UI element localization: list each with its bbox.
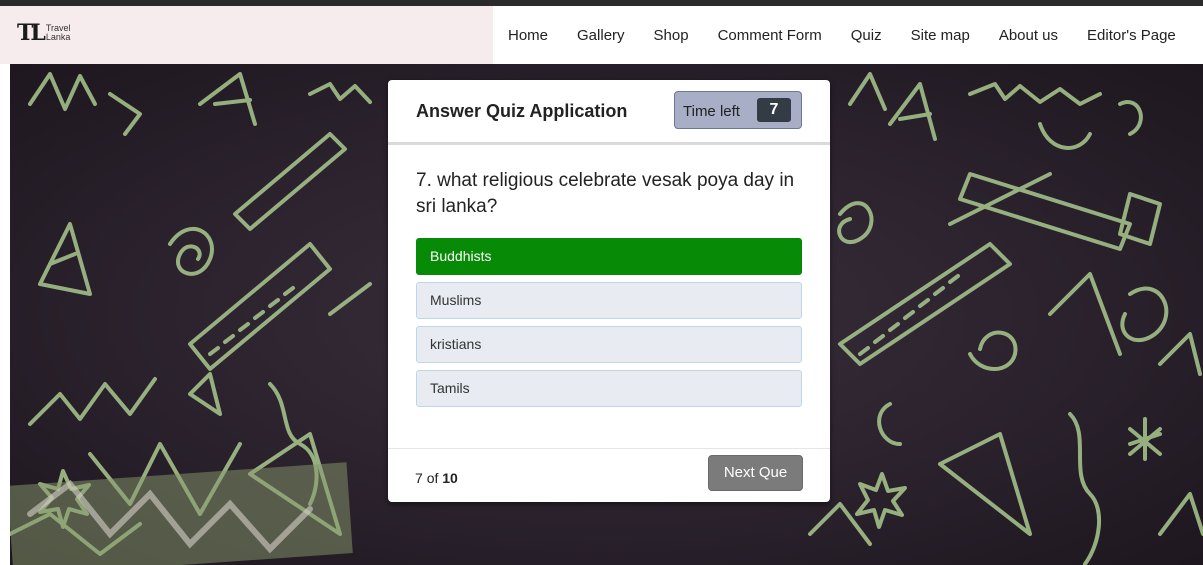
progress-current: 7	[415, 470, 423, 486]
nav-shop[interactable]: Shop	[654, 27, 689, 44]
logo-mark: TL	[17, 20, 46, 46]
question-body: what religious celebrate vesak poya day …	[416, 170, 795, 217]
nav-comment-form[interactable]: Comment Form	[718, 27, 822, 44]
nav-home[interactable]: Home	[508, 27, 548, 44]
next-question-button[interactable]: Next Que	[708, 455, 803, 491]
nav-site-map[interactable]: Site map	[911, 27, 970, 44]
timer-count: 7	[757, 98, 791, 122]
progress-total: 10	[442, 470, 458, 486]
nav-about-us[interactable]: About us	[999, 27, 1058, 44]
option-tamils[interactable]: Tamils	[416, 370, 802, 407]
navbar: TL Travel Lanka Home Gallery Shop Commen…	[0, 6, 1203, 64]
quiz-card: Answer Quiz Application Time left 7 7. w…	[388, 80, 830, 502]
answer-options: Buddhists Muslims kristians Tamils	[416, 238, 802, 414]
nav-links: Home Gallery Shop Comment Form Quiz Site…	[493, 6, 1190, 64]
question-number: 7.	[416, 170, 432, 191]
logo-text: Travel Lanka	[46, 24, 71, 42]
quiz-title: Answer Quiz Application	[416, 101, 628, 121]
option-kristians[interactable]: kristians	[416, 326, 802, 363]
quiz-header: Answer Quiz Application Time left 7	[388, 80, 830, 145]
progress-of: of	[426, 470, 439, 486]
timer-box: Time left 7	[674, 91, 802, 129]
logo-line-2: Lanka	[45, 32, 71, 42]
question-text: 7. what religious celebrate vesak poya d…	[416, 168, 806, 220]
timer-label: Time left	[683, 103, 740, 120]
nav-editors-page[interactable]: Editor's Page	[1087, 27, 1176, 44]
logo-zone: TL Travel Lanka	[0, 6, 493, 64]
option-buddhists[interactable]: Buddhists	[416, 238, 802, 275]
quiz-footer: 7 of 10 Next Que	[388, 448, 830, 503]
option-muslims[interactable]: Muslims	[416, 282, 802, 319]
left-edge	[0, 64, 10, 565]
nav-quiz[interactable]: Quiz	[851, 27, 882, 44]
question-progress: 7 of 10	[415, 470, 458, 486]
nav-gallery[interactable]: Gallery	[577, 27, 625, 44]
site-logo[interactable]: TL Travel Lanka	[17, 22, 71, 44]
